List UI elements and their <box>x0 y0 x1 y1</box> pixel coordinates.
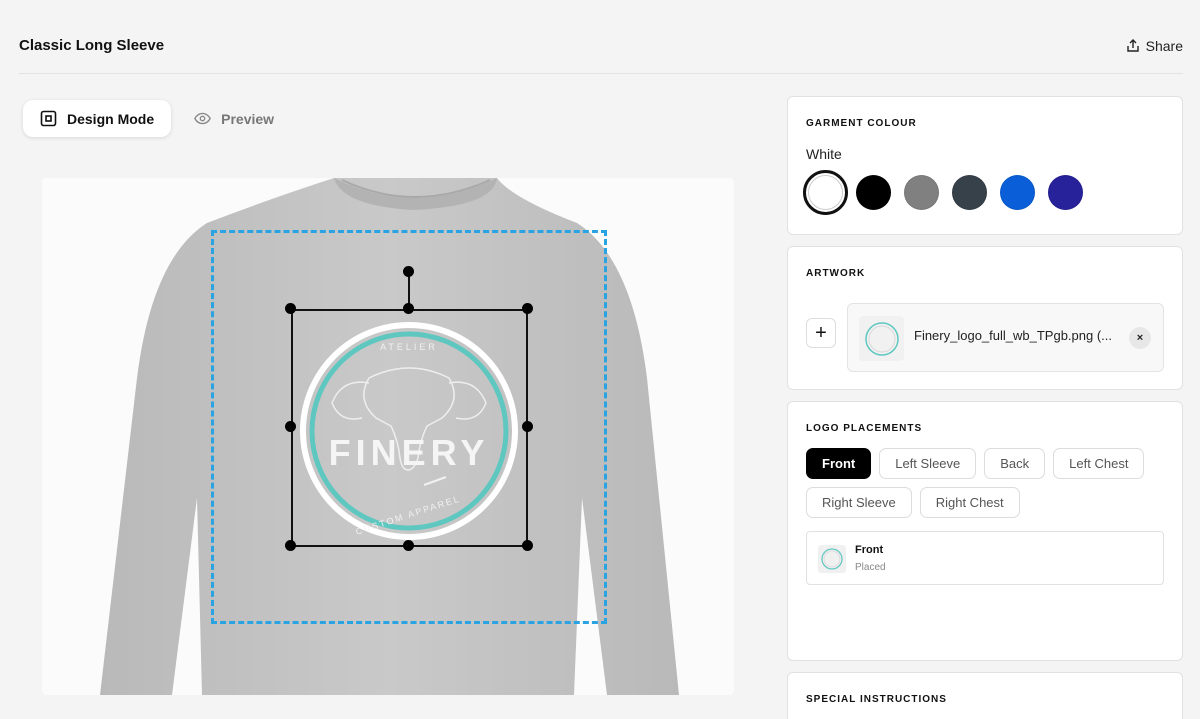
placement-left-sleeve[interactable]: Left Sleeve <box>879 448 977 479</box>
rotate-handle[interactable] <box>403 266 414 277</box>
placed-logo-item[interactable]: Front Placed <box>806 531 1164 585</box>
placement-back[interactable]: Back <box>984 448 1046 479</box>
share-button[interactable]: Share <box>1126 38 1183 54</box>
resize-handle-left[interactable] <box>285 421 296 432</box>
resize-handle-top-right[interactable] <box>522 303 533 314</box>
artwork-file-card[interactable]: Finery_logo_full_wb_TPgb.png (... × <box>847 303 1164 372</box>
swatch-indigo[interactable] <box>1048 175 1083 210</box>
remove-artwork-button[interactable]: × <box>1129 327 1151 349</box>
special-instructions-title: SPECIAL INSTRUCTIONS <box>806 694 947 705</box>
colour-swatches <box>803 170 1083 215</box>
garment-colour-panel: GARMENT COLOUR White <box>787 96 1183 235</box>
page-header: Classic Long Sleeve Share <box>19 0 1183 74</box>
artwork-thumbnail <box>859 316 904 361</box>
swatch-royal-blue[interactable] <box>1000 175 1035 210</box>
placement-right-chest[interactable]: Right Chest <box>919 487 1020 518</box>
tab-design-mode[interactable]: Design Mode <box>23 100 172 137</box>
placed-logo-status: Placed <box>855 562 886 573</box>
artwork-title: ARTWORK <box>806 268 866 279</box>
swatch-white[interactable] <box>803 170 848 215</box>
selected-colour-name: White <box>806 146 842 162</box>
mode-tabs: Design Mode Preview <box>23 100 291 137</box>
eye-icon <box>194 112 212 125</box>
logo-selection-box[interactable] <box>291 309 528 547</box>
resize-handle-right[interactable] <box>522 421 533 432</box>
tab-preview[interactable]: Preview <box>177 100 291 137</box>
tab-design-mode-label: Design Mode <box>67 110 155 127</box>
add-artwork-button[interactable]: + <box>806 318 836 348</box>
artwork-panel: ARTWORK + Finery_logo_full_wb_TPgb.png (… <box>787 246 1183 390</box>
placement-front[interactable]: Front <box>806 448 872 479</box>
resize-handle-top[interactable] <box>403 303 414 314</box>
resize-handle-top-left[interactable] <box>285 303 296 314</box>
placement-right-sleeve[interactable]: Right Sleeve <box>806 487 912 518</box>
special-instructions-panel: SPECIAL INSTRUCTIONS <box>787 672 1183 719</box>
resize-handle-bottom-left[interactable] <box>285 540 296 551</box>
placement-options: Front Left Sleeve Back Left Chest Right … <box>806 448 1166 518</box>
placed-logo-thumbnail <box>818 545 846 573</box>
page-title: Classic Long Sleeve <box>19 37 165 54</box>
garment-colour-title: GARMENT COLOUR <box>806 118 917 129</box>
artwork-file-name: Finery_logo_full_wb_TPgb.png (... <box>914 328 1113 343</box>
share-label: Share <box>1145 38 1183 54</box>
logo-placements-panel: LOGO PLACEMENTS Front Left Sleeve Back L… <box>787 401 1183 661</box>
logo-placements-title: LOGO PLACEMENTS <box>806 423 923 434</box>
swatch-charcoal[interactable] <box>952 175 987 210</box>
tab-preview-label: Preview <box>221 110 275 127</box>
placement-left-chest[interactable]: Left Chest <box>1053 448 1145 479</box>
swatch-black[interactable] <box>856 175 891 210</box>
design-mode-icon <box>40 110 57 127</box>
design-canvas[interactable]: FINERY ATELIER CUSTOM APPAREL <box>42 178 734 695</box>
resize-handle-bottom-right[interactable] <box>522 540 533 551</box>
share-icon <box>1126 39 1139 52</box>
swatch-grey[interactable] <box>904 175 939 210</box>
resize-handle-bottom[interactable] <box>403 540 414 551</box>
placed-logo-name: Front <box>855 544 884 556</box>
